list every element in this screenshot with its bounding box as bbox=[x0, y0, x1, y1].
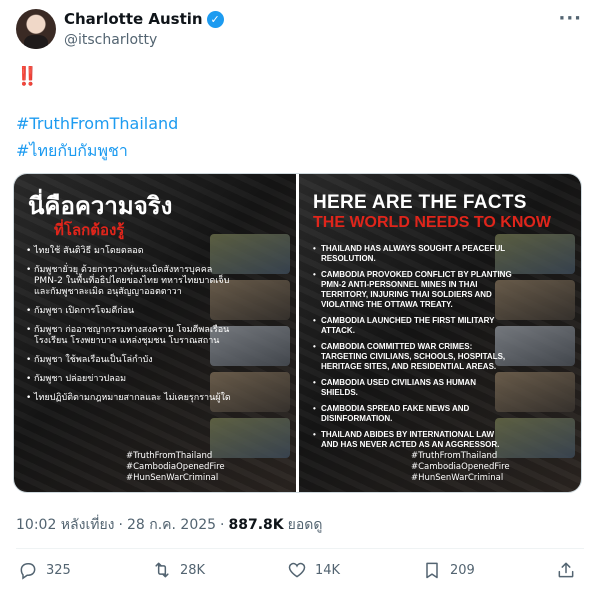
author-display-name[interactable]: Charlotte Austin bbox=[64, 10, 203, 28]
author-handle[interactable]: @itscharlotty bbox=[64, 32, 157, 48]
repost-icon bbox=[155, 562, 169, 578]
tweet-time[interactable]: 10:02 หลังเที่ยง bbox=[16, 514, 115, 536]
bullet-item: กัมพูชายั่วยุ ด้วยการวางทุ่นระเบิดสังหาร… bbox=[26, 265, 236, 298]
image-subtitle: THE WORLD NEEDS TO KNOW bbox=[313, 214, 551, 231]
image-hashtag: #HunSenWarCriminal bbox=[411, 473, 504, 483]
reply-button[interactable]: 325 bbox=[18, 560, 71, 580]
like-count: 14K bbox=[315, 562, 341, 578]
reply-icon bbox=[20, 563, 36, 580]
avatar[interactable] bbox=[16, 9, 56, 49]
author-name-row: Charlotte Austin ✓ bbox=[64, 10, 224, 28]
bullet-item: CAMBODIA LAUNCHED THE FIRST MILITARY ATT… bbox=[313, 316, 513, 336]
hashtag-link[interactable]: #TruthFromThailand bbox=[16, 114, 178, 133]
image-hashtag: #TruthFromThailand bbox=[126, 451, 213, 461]
like-button[interactable]: 14K bbox=[287, 560, 340, 580]
repost-count: 28K bbox=[180, 562, 206, 578]
bookmark-button[interactable]: 209 bbox=[422, 560, 475, 580]
views-label: ยอดดู bbox=[287, 517, 323, 533]
bullet-item: ไทยปฏิบัติตามกฎหมายสากลและ ไม่เคยรุกรานผ… bbox=[26, 393, 236, 404]
share-button[interactable] bbox=[556, 560, 576, 580]
bullet-item: THAILAND ABIDES BY INTERNATIONAL LAW AND… bbox=[313, 430, 513, 450]
reply-count: 325 bbox=[46, 562, 71, 578]
image-hashtags: #TruthFromThailand #CambodiaOpenedFire #… bbox=[411, 451, 510, 484]
bullet-item: กัมพูชา ก่ออาชญากรรมทางสงคราม โจมตีพลเรื… bbox=[26, 325, 236, 347]
heart-icon bbox=[288, 562, 306, 578]
bullet-item: ไทยใช้ สันติวิธี มาโดยตลอด bbox=[26, 246, 236, 257]
image-hashtag: #TruthFromThailand bbox=[411, 451, 498, 461]
bullet-item: กัมพูชา ปล่อยข่าวปลอม bbox=[26, 374, 236, 385]
meta-separator: · bbox=[220, 517, 225, 533]
bullet-item: CAMBODIA PROVOKED CONFLICT BY PLANTING P… bbox=[313, 270, 513, 310]
image-title: HERE ARE THE FACTS bbox=[313, 192, 527, 213]
media-grid: นี่คือความจริง ที่โลกต้องรู้ ไทยใช้ สันต… bbox=[13, 173, 582, 493]
bookmark-icon bbox=[426, 562, 438, 579]
bullet-item: THAILAND HAS ALWAYS SOUGHT A PEACEFUL RE… bbox=[313, 244, 513, 264]
bullet-item: CAMBODIA SPREAD FAKE NEWS AND DISINFORMA… bbox=[313, 404, 513, 424]
image-bullet-list: ไทยใช้ สันติวิธี มาโดยตลอด กัมพูชายั่วยุ… bbox=[26, 246, 236, 412]
hashtag-link[interactable]: #ไทยกับกัมพูชา bbox=[16, 139, 128, 164]
tweet-date[interactable]: 28 ก.ค. 2025 bbox=[127, 514, 216, 536]
meta-separator: · bbox=[118, 517, 123, 533]
views-count: 887.8K bbox=[228, 517, 284, 533]
bullet-item: CAMBODIA USED CIVILIANS AS HUMAN SHIELDS… bbox=[313, 378, 513, 398]
image-bullet-list: THAILAND HAS ALWAYS SOUGHT A PEACEFUL RE… bbox=[313, 244, 513, 456]
more-options-icon[interactable]: ··· bbox=[558, 8, 582, 29]
image-subtitle: ที่โลกต้องรู้ bbox=[54, 221, 125, 239]
bullet-item: CAMBODIA COMMITTED WAR CRIMES: TARGETING… bbox=[313, 342, 513, 372]
share-icon bbox=[558, 562, 574, 578]
tweet-emoji: ‼️ bbox=[16, 66, 39, 87]
media-image-english[interactable]: HERE ARE THE FACTS THE WORLD NEEDS TO KN… bbox=[299, 174, 581, 492]
tweet-meta: 10:02 หลังเที่ยง · 28 ก.ค. 2025 · 887.8K… bbox=[16, 514, 322, 536]
image-hashtag: #CambodiaOpenedFire bbox=[411, 462, 510, 472]
divider bbox=[16, 548, 584, 549]
media-image-thai[interactable]: นี่คือความจริง ที่โลกต้องรู้ ไทยใช้ สันต… bbox=[14, 174, 296, 492]
bullet-item: กัมพูชา เปิดการโจมตีก่อน bbox=[26, 306, 236, 317]
image-hashtag: #HunSenWarCriminal bbox=[126, 473, 219, 483]
image-hashtag: #CambodiaOpenedFire bbox=[126, 462, 225, 472]
action-bar: 325 28K 14K 209 bbox=[0, 560, 600, 588]
bullet-item: กัมพูชา ใช้พลเรือนเป็นโล่กำบัง bbox=[26, 355, 236, 366]
repost-button[interactable]: 28K bbox=[152, 560, 205, 580]
image-hashtags: #TruthFromThailand #CambodiaOpenedFire #… bbox=[126, 451, 225, 484]
verified-badge-icon[interactable]: ✓ bbox=[206, 10, 224, 28]
bookmark-count: 209 bbox=[450, 562, 475, 578]
